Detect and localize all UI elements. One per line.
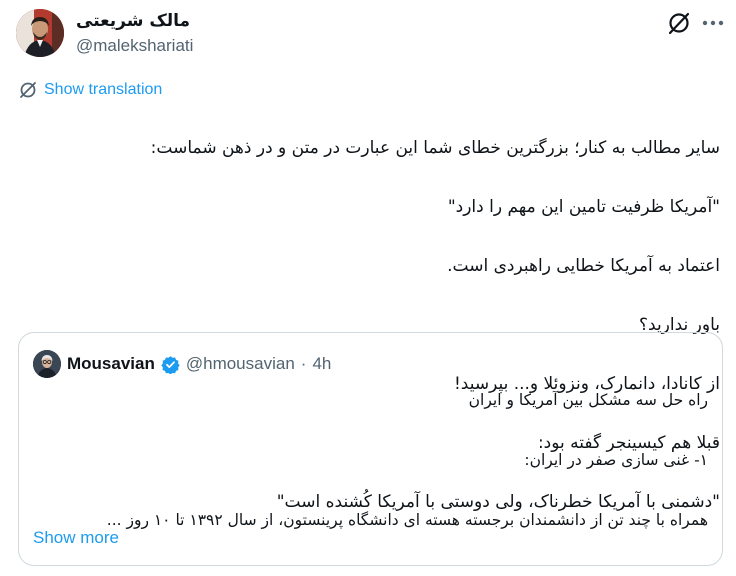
quoted-tweet-text: راه حل سه مشکل بین آمریکا و ایران ۱- غنی… bbox=[33, 385, 708, 535]
quoted-author-handle[interactable]: @hmousavian bbox=[186, 354, 295, 374]
author-display-name[interactable]: مالک شریعتی bbox=[76, 10, 193, 32]
show-translation-label: Show translation bbox=[44, 81, 163, 98]
quoted-line: همراه با چند تن از دانشمندان برجسته هسته… bbox=[106, 511, 708, 529]
translate-icon bbox=[20, 82, 36, 98]
more-options-button[interactable] bbox=[700, 12, 726, 34]
show-more-link[interactable]: Show more bbox=[33, 528, 119, 548]
grok-icon bbox=[668, 12, 690, 35]
quoted-line: راه حل سه مشکل بین آمریکا و ایران bbox=[468, 391, 708, 409]
quoted-line-spacer bbox=[33, 415, 708, 445]
author-info: مالک شریعتی @malekshariati bbox=[76, 10, 193, 58]
tweet-line: "آمریکا ظرفیت تامین این مهم را دارد" bbox=[447, 196, 720, 217]
quoted-line: ۱- غنی سازی صفر در ایران: bbox=[524, 451, 708, 469]
quoted-tweet[interactable]: Mousavian @hmousavian · 4h راه حل سه مشک… bbox=[18, 332, 723, 566]
quoted-avatar-image bbox=[33, 350, 61, 378]
tweet-line: اعتماد به آمریکا خطایی راهبردی است. bbox=[447, 255, 720, 276]
tweet-line: سایر مطالب به کنار؛ بزرگترین خطای شما ای… bbox=[150, 137, 720, 158]
quoted-tweet-header: Mousavian @hmousavian · 4h bbox=[33, 350, 331, 378]
author-avatar[interactable] bbox=[16, 9, 64, 57]
more-icon bbox=[702, 20, 724, 26]
quoted-timestamp[interactable]: 4h bbox=[312, 354, 331, 374]
verified-badge-icon bbox=[161, 355, 180, 374]
quoted-line-spacer bbox=[33, 475, 708, 505]
author-avatar-image bbox=[16, 9, 64, 57]
grok-button[interactable] bbox=[666, 10, 692, 36]
separator-dot: · bbox=[300, 354, 307, 373]
quoted-author-avatar[interactable] bbox=[33, 350, 61, 378]
show-translation-link[interactable]: Show translation bbox=[18, 80, 162, 100]
author-handle[interactable]: @malekshariati bbox=[76, 34, 193, 58]
quoted-author-name[interactable]: Mousavian bbox=[67, 354, 155, 374]
